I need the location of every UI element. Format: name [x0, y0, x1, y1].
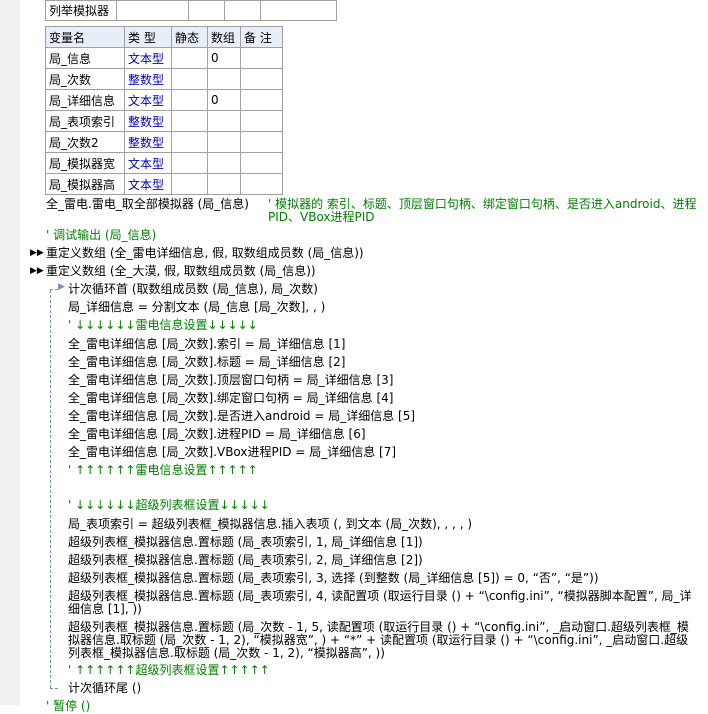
- subroutine-header-table: 列举模拟器: [45, 0, 337, 21]
- table-row[interactable]: 局_次数 整数型: [45, 68, 283, 90]
- var-array[interactable]: [207, 173, 241, 195]
- var-type[interactable]: 文本型: [124, 152, 172, 174]
- code-line[interactable]: 超级列表框_模拟器信息.置标题 (局_表项索引, 4, 读配置项 (取运行目录 …: [68, 590, 700, 616]
- subroutine-public[interactable]: [188, 0, 225, 21]
- code-line[interactable]: 全_雷电详细信息 [局_次数].进程PID = 局_详细信息 [6]: [68, 426, 366, 442]
- loop-arrow-icon: ▶: [58, 282, 65, 292]
- var-array[interactable]: [207, 110, 241, 132]
- var-name[interactable]: 局_信息: [45, 47, 125, 69]
- code-line[interactable]: 全_雷电详细信息 [局_次数].顶层窗口句柄 = 局_详细信息 [3]: [68, 372, 394, 388]
- var-type[interactable]: 整数型: [124, 68, 172, 90]
- subroutine-extra[interactable]: [224, 0, 261, 21]
- code-line[interactable]: 全_雷电详细信息 [局_次数].VBox进程PID = 局_详细信息 [7]: [68, 444, 396, 460]
- breakpoint-arrow-icon[interactable]: ▶▶: [30, 245, 44, 261]
- code-line[interactable]: 超级列表框_模拟器信息.置标题 (局_次数 - 1, 5, 读配置项 (取运行目…: [68, 621, 700, 660]
- var-note[interactable]: [240, 152, 283, 174]
- table-row[interactable]: 局_模拟器高 文本型: [45, 173, 283, 195]
- var-static[interactable]: [171, 47, 208, 69]
- col-header-note: 备 注: [240, 26, 283, 48]
- table-row[interactable]: 局_表项索引 整数型: [45, 110, 283, 132]
- col-header-array: 数组: [207, 26, 241, 48]
- code-comment[interactable]: ' 调试输出 (局_信息): [46, 227, 156, 243]
- table-row[interactable]: 局_信息 文本型 0: [45, 47, 283, 69]
- var-name[interactable]: 局_次数: [45, 68, 125, 90]
- var-type[interactable]: 文本型: [124, 89, 172, 111]
- var-static[interactable]: [171, 173, 208, 195]
- code-line[interactable]: 全_雷电详细信息 [局_次数].索引 = 局_详细信息 [1]: [68, 336, 346, 352]
- subroutine-name[interactable]: 列举模拟器: [45, 0, 117, 21]
- code-line-call[interactable]: 全_雷电.雷电_取全部模拟器 (局_信息): [46, 196, 249, 212]
- var-name[interactable]: 局_详细信息: [45, 89, 125, 111]
- var-array[interactable]: 0: [207, 47, 241, 69]
- subroutine-note[interactable]: [260, 0, 337, 21]
- editor-gutter: [0, 0, 20, 705]
- code-line-loop-end[interactable]: 计次循环尾 (): [68, 680, 141, 696]
- var-static[interactable]: [171, 131, 208, 153]
- col-header-static: 静态: [171, 26, 208, 48]
- var-name[interactable]: 局_模拟器高: [45, 173, 125, 195]
- var-type[interactable]: 整数型: [124, 131, 172, 153]
- code-line-loop-start[interactable]: 计次循环首 (取数组成员数 (局_信息), 局_次数): [68, 281, 318, 297]
- var-note[interactable]: [240, 110, 283, 132]
- var-note[interactable]: [240, 68, 283, 90]
- var-type[interactable]: 整数型: [124, 110, 172, 132]
- table-row[interactable]: 局_模拟器宽 文本型: [45, 152, 283, 174]
- code-line[interactable]: 超级列表框_模拟器信息.置标题 (局_表项索引, 2, 局_详细信息 [2]): [68, 552, 423, 568]
- var-name[interactable]: 局_模拟器宽: [45, 152, 125, 174]
- var-note[interactable]: [240, 131, 283, 153]
- table-row[interactable]: 局_详细信息 文本型 0: [45, 89, 283, 111]
- local-variable-table: 变量名 类 型 静态 数组 备 注 局_信息 文本型 0 局_次数 整数型 局_…: [45, 26, 283, 195]
- var-array[interactable]: [207, 68, 241, 90]
- code-text: 全_雷电.雷电_取全部模拟器 (局_信息): [46, 197, 249, 211]
- loop-bracket-line: [50, 290, 51, 688]
- code-comment[interactable]: ' 暂停 (): [46, 698, 90, 714]
- breakpoint-arrow-icon[interactable]: ▶▶: [30, 263, 44, 279]
- var-type[interactable]: 文本型: [124, 47, 172, 69]
- table-header-row: 变量名 类 型 静态 数组 备 注: [45, 26, 283, 48]
- code-line[interactable]: 局_表项索引 = 超级列表框_模拟器信息.插入表项 (, 到文本 (局_次数),…: [68, 516, 472, 532]
- code-line[interactable]: 超级列表框_模拟器信息.置标题 (局_表项索引, 3, 选择 (到整数 (局_详…: [68, 570, 599, 586]
- code-line[interactable]: 超级列表框_模拟器信息.置标题 (局_表项索引, 1, 局_详细信息 [1]): [68, 534, 423, 550]
- col-header-name: 变量名: [45, 26, 125, 48]
- code-line[interactable]: 局_详细信息 = 分割文本 (局_信息 [局_次数], , ): [68, 299, 325, 315]
- code-line[interactable]: 全_雷电详细信息 [局_次数].是否进入android = 局_详细信息 [5]: [68, 408, 415, 424]
- var-note[interactable]: [240, 47, 283, 69]
- subroutine-return-type[interactable]: [116, 0, 189, 21]
- var-note[interactable]: [240, 173, 283, 195]
- code-comment[interactable]: ' ↑↑↑↑↑↑超级列表框设置↑↑↑↑↑: [68, 662, 270, 678]
- loop-bracket-top: [50, 289, 58, 290]
- var-array[interactable]: [207, 152, 241, 174]
- code-comment[interactable]: ' 模拟器的 索引、标题、顶层窗口句柄、绑定窗口句柄、是否进入android、进…: [268, 198, 704, 224]
- code-line[interactable]: 全_雷电详细信息 [局_次数].标题 = 局_详细信息 [2]: [68, 354, 346, 370]
- var-static[interactable]: [171, 152, 208, 174]
- var-type[interactable]: 文本型: [124, 173, 172, 195]
- var-array[interactable]: 0: [207, 89, 241, 111]
- code-line[interactable]: 重定义数组 (全_雷电详细信息, 假, 取数组成员数 (局_信息)): [46, 245, 364, 261]
- code-comment[interactable]: ' ↓↓↓↓↓↓雷电信息设置↓↓↓↓↓: [68, 317, 258, 333]
- code-comment[interactable]: ' ↓↓↓↓↓↓超级列表框设置↓↓↓↓↓: [68, 497, 270, 513]
- var-static[interactable]: [171, 110, 208, 132]
- code-line[interactable]: 重定义数组 (全_大漠, 假, 取数组成员数 (局_信息)): [46, 263, 316, 279]
- col-header-type: 类 型: [124, 26, 172, 48]
- var-array[interactable]: [207, 131, 241, 153]
- table-row[interactable]: 局_次数2 整数型: [45, 131, 283, 153]
- var-note[interactable]: [240, 89, 283, 111]
- code-line[interactable]: 全_雷电详细信息 [局_次数].绑定窗口句柄 = 局_详细信息 [4]: [68, 390, 394, 406]
- var-static[interactable]: [171, 68, 208, 90]
- var-name[interactable]: 局_次数2: [45, 131, 125, 153]
- var-static[interactable]: [171, 89, 208, 111]
- var-name[interactable]: 局_表项索引: [45, 110, 125, 132]
- code-comment[interactable]: ' ↑↑↑↑↑↑雷电信息设置↑↑↑↑↑: [68, 462, 258, 478]
- loop-bracket-bottom: [50, 688, 58, 689]
